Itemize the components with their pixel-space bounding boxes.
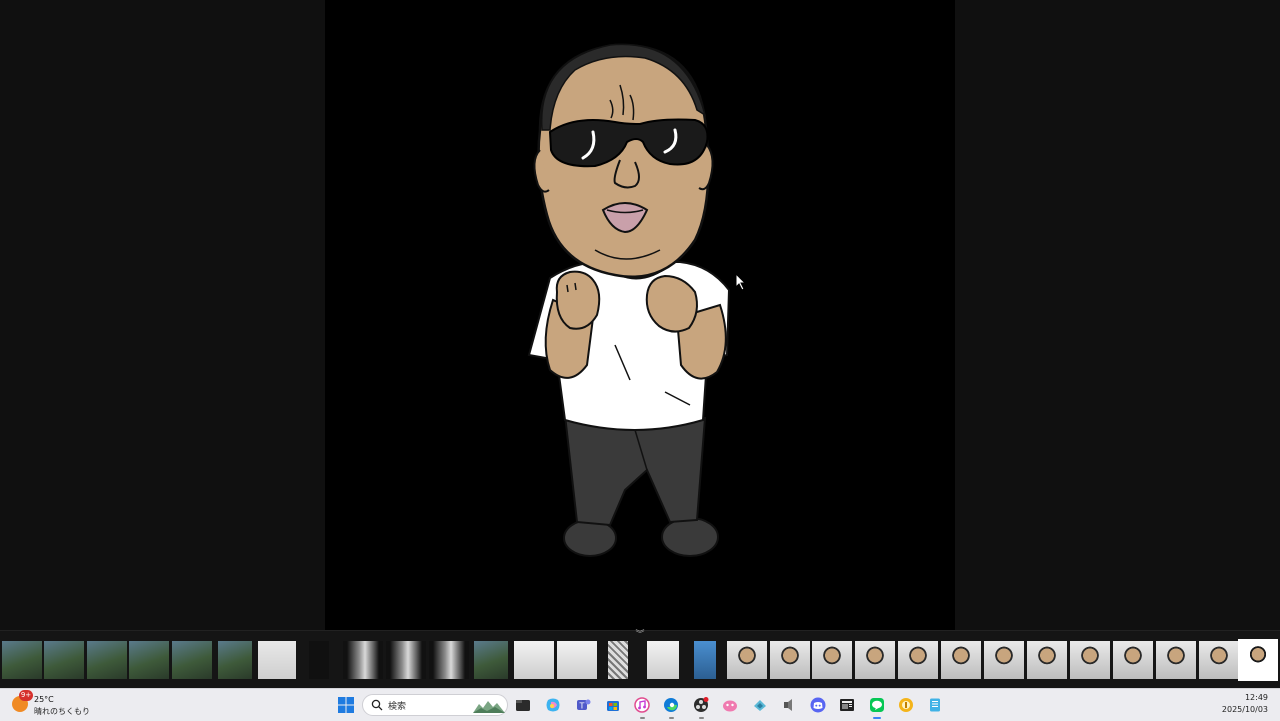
weather-temperature: 25°C bbox=[34, 695, 54, 704]
selected-thumbnail[interactable] bbox=[1238, 639, 1278, 681]
open-app-indicator bbox=[698, 717, 704, 719]
obs-icon[interactable] bbox=[693, 697, 709, 713]
notepad-icon[interactable] bbox=[927, 697, 943, 713]
active-app-indicator bbox=[873, 717, 881, 719]
microsoft-store-icon[interactable] bbox=[605, 697, 621, 713]
photo-thumbnail[interactable] bbox=[129, 641, 169, 679]
photo-thumbnail[interactable] bbox=[218, 641, 252, 679]
windows-start-button[interactable] bbox=[338, 697, 354, 713]
phone-thumbnail[interactable] bbox=[694, 641, 716, 679]
document-thumbnail[interactable] bbox=[647, 641, 679, 679]
taskbar: 9+ 25°C 晴れのちくもり 検索 T 12:49 2025/10/03 bbox=[0, 688, 1280, 721]
video-thumbnail[interactable] bbox=[386, 641, 426, 679]
line-icon[interactable] bbox=[869, 697, 885, 713]
open-app-indicator bbox=[639, 717, 645, 719]
taskbar-search-box[interactable]: 検索 bbox=[362, 694, 508, 716]
svg-text:T: T bbox=[579, 702, 585, 711]
character-thumbnail[interactable] bbox=[1199, 641, 1239, 679]
itunes-icon[interactable] bbox=[634, 697, 650, 713]
video-thumbnail[interactable] bbox=[429, 641, 469, 679]
edge-icon[interactable] bbox=[663, 697, 679, 713]
discord-icon[interactable] bbox=[810, 697, 826, 713]
video-thumbnail[interactable] bbox=[343, 641, 383, 679]
photo-thumbnail[interactable] bbox=[44, 641, 84, 679]
character-thumbnail[interactable] bbox=[898, 641, 938, 679]
character-thumbnail[interactable] bbox=[855, 641, 895, 679]
news-app-icon[interactable] bbox=[839, 697, 855, 713]
dark-thumbnail[interactable] bbox=[309, 641, 329, 679]
yellow-app-icon[interactable] bbox=[898, 697, 914, 713]
character-thumbnail[interactable] bbox=[812, 641, 852, 679]
photo-viewer bbox=[0, 0, 1280, 630]
copilot-icon[interactable] bbox=[545, 697, 561, 713]
image-stage[interactable] bbox=[325, 0, 955, 630]
open-app-indicator bbox=[668, 717, 674, 719]
photo-thumbnail[interactable] bbox=[87, 641, 127, 679]
photo-thumbnail[interactable] bbox=[2, 641, 42, 679]
right-shoe bbox=[661, 517, 719, 557]
teams-icon[interactable]: T bbox=[575, 697, 591, 713]
document-thumbnail[interactable] bbox=[514, 641, 554, 679]
weather-description: 晴れのちくもり bbox=[34, 707, 90, 716]
network-app-icon[interactable] bbox=[752, 697, 768, 713]
character-thumbnail[interactable] bbox=[727, 641, 767, 679]
search-placeholder: 検索 bbox=[388, 702, 407, 712]
search-highlight-icon bbox=[473, 701, 505, 713]
qr-thumbnail[interactable] bbox=[608, 641, 628, 679]
character-thumbnail[interactable] bbox=[770, 641, 810, 679]
left-fist bbox=[555, 270, 601, 330]
character-thumbnail[interactable] bbox=[984, 641, 1024, 679]
character-thumbnail[interactable] bbox=[1070, 641, 1110, 679]
mouse-cursor-icon bbox=[735, 273, 747, 291]
chevron-double-down-icon[interactable]: ︾ bbox=[633, 630, 647, 640]
audio-app-icon[interactable] bbox=[781, 697, 797, 713]
document-thumbnail[interactable] bbox=[557, 641, 597, 679]
clock-date[interactable]: 2025/10/03 bbox=[1222, 705, 1268, 714]
search-icon bbox=[371, 699, 383, 711]
character-thumbnail[interactable] bbox=[1156, 641, 1196, 679]
character-thumbnail[interactable] bbox=[1027, 641, 1067, 679]
file-explorer-icon[interactable] bbox=[515, 697, 531, 713]
character-thumbnail[interactable] bbox=[1113, 641, 1153, 679]
photo-thumbnail[interactable] bbox=[172, 641, 212, 679]
photo-thumbnail[interactable] bbox=[474, 641, 508, 679]
character-thumbnail[interactable] bbox=[941, 641, 981, 679]
weather-widget[interactable]: 9+ 25°C 晴れのちくもり bbox=[12, 690, 112, 719]
pink-app-icon[interactable] bbox=[722, 697, 738, 713]
notification-badge: 9+ bbox=[19, 690, 33, 701]
clock-time[interactable]: 12:49 bbox=[1245, 693, 1268, 702]
sketch-thumbnail[interactable] bbox=[258, 641, 296, 679]
character-illustration bbox=[527, 43, 731, 557]
